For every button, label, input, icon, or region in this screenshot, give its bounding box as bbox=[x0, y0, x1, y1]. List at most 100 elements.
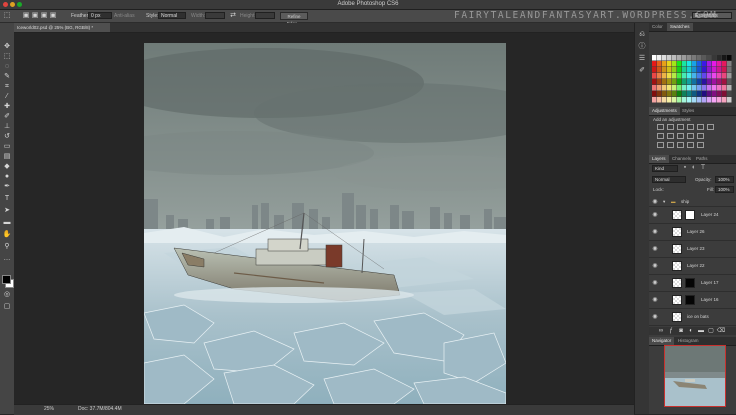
clone-stamp-tool-icon[interactable]: ⊥ bbox=[3, 123, 11, 131]
color-swatch[interactable] bbox=[677, 67, 682, 73]
color-swatch[interactable] bbox=[712, 67, 717, 73]
color-swatch[interactable] bbox=[727, 73, 732, 79]
layer-style-icon[interactable]: ƒ bbox=[667, 327, 675, 335]
color-swatch[interactable] bbox=[667, 85, 672, 91]
color-swatch[interactable] bbox=[697, 73, 702, 79]
hue-saturation-icon[interactable] bbox=[707, 124, 714, 130]
height-input[interactable] bbox=[255, 12, 275, 19]
visibility-eye-icon[interactable]: ◉ bbox=[652, 263, 658, 269]
color-swatch[interactable] bbox=[652, 55, 657, 61]
color-swatch[interactable] bbox=[717, 67, 722, 73]
refine-edge-button[interactable]: Refine Edge... bbox=[280, 12, 308, 26]
layer-thumbnail[interactable] bbox=[672, 261, 682, 271]
layer-thumbnail[interactable] bbox=[672, 210, 682, 220]
color-swatch[interactable] bbox=[672, 61, 677, 67]
color-swatch[interactable] bbox=[707, 61, 712, 67]
new-adjustment-icon[interactable]: ◐ bbox=[687, 327, 695, 335]
color-swatch[interactable] bbox=[657, 91, 662, 97]
color-swatch[interactable] bbox=[672, 85, 677, 91]
style-select[interactable]: Normal bbox=[158, 12, 186, 19]
color-swatch[interactable] bbox=[702, 61, 707, 67]
selective-color-icon[interactable] bbox=[697, 142, 704, 148]
brush-tool-icon[interactable]: ✐ bbox=[3, 113, 11, 121]
color-swatch[interactable] bbox=[712, 91, 717, 97]
color-swatch[interactable] bbox=[667, 55, 672, 61]
color-swatch[interactable] bbox=[722, 85, 727, 91]
blend-mode-select[interactable]: Normal bbox=[652, 176, 686, 183]
color-swatch[interactable] bbox=[717, 73, 722, 79]
layer-thumbnail[interactable] bbox=[672, 295, 682, 305]
color-swatch[interactable] bbox=[692, 73, 697, 79]
color-swatch[interactable] bbox=[672, 79, 677, 85]
new-layer-icon[interactable]: ▢ bbox=[707, 327, 715, 335]
color-swatch[interactable] bbox=[652, 67, 657, 73]
color-swatch[interactable] bbox=[677, 61, 682, 67]
color-swatch[interactable] bbox=[692, 97, 697, 103]
layer-row[interactable]: ◉ ice on bats bbox=[649, 309, 736, 326]
new-group-icon[interactable]: ▬ bbox=[697, 327, 705, 335]
visibility-eye-icon[interactable]: ◉ bbox=[652, 199, 658, 205]
color-swatch[interactable] bbox=[662, 91, 667, 97]
color-swatch[interactable] bbox=[677, 91, 682, 97]
color-swatch[interactable] bbox=[657, 79, 662, 85]
color-swatch[interactable] bbox=[722, 79, 727, 85]
color-swatch[interactable] bbox=[707, 67, 712, 73]
color-swatch[interactable] bbox=[692, 61, 697, 67]
pen-tool-icon[interactable]: ✒ bbox=[3, 183, 11, 191]
color-swatch[interactable] bbox=[712, 97, 717, 103]
color-swatch[interactable] bbox=[697, 61, 702, 67]
color-swatch[interactable] bbox=[662, 97, 667, 103]
color-swatch[interactable] bbox=[722, 67, 727, 73]
color-swatch[interactable] bbox=[667, 79, 672, 85]
layer-row[interactable]: ◉ Layer 17 bbox=[649, 275, 736, 292]
tab-swatches[interactable]: Swatches bbox=[667, 23, 693, 31]
shape-tool-icon[interactable]: ▬ bbox=[3, 219, 11, 227]
color-swatch[interactable] bbox=[702, 97, 707, 103]
posterize-icon[interactable] bbox=[667, 142, 674, 148]
color-swatch[interactable] bbox=[707, 91, 712, 97]
document-tab[interactable]: Iceworld02.psd @ 25% (BG, RGB/8) * bbox=[14, 23, 110, 32]
color-swatch[interactable] bbox=[702, 85, 707, 91]
color-swatch[interactable] bbox=[657, 73, 662, 79]
color-swatch[interactable] bbox=[697, 85, 702, 91]
color-swatch[interactable] bbox=[682, 79, 687, 85]
color-swatch[interactable] bbox=[662, 73, 667, 79]
color-swatch[interactable] bbox=[652, 61, 657, 67]
antialias-checkbox[interactable]: Anti-alias bbox=[114, 12, 135, 20]
feather-input[interactable]: 0 px bbox=[88, 12, 112, 19]
foreground-color-swatch[interactable] bbox=[2, 275, 11, 284]
color-swatch[interactable] bbox=[687, 55, 692, 61]
color-swatch[interactable] bbox=[692, 55, 697, 61]
color-swatch[interactable] bbox=[717, 91, 722, 97]
delete-layer-icon[interactable]: ⌫ bbox=[717, 327, 725, 335]
tab-paths[interactable]: Paths bbox=[693, 155, 711, 163]
layer-thumbnail[interactable] bbox=[672, 278, 682, 288]
color-swatch[interactable] bbox=[722, 55, 727, 61]
eyedropper-tool-icon[interactable]: ⁄ bbox=[3, 93, 11, 101]
color-swatch[interactable] bbox=[667, 91, 672, 97]
color-swatch[interactable] bbox=[667, 73, 672, 79]
color-swatch[interactable] bbox=[717, 79, 722, 85]
color-swatch[interactable] bbox=[717, 85, 722, 91]
color-swatch[interactable] bbox=[657, 97, 662, 103]
layer-row[interactable]: ◉ Layer 24 bbox=[649, 207, 736, 224]
color-swatch[interactable] bbox=[662, 67, 667, 73]
type-tool-icon[interactable]: T bbox=[3, 195, 11, 203]
color-swatch[interactable] bbox=[692, 79, 697, 85]
color-swatch[interactable] bbox=[677, 97, 682, 103]
new-selection-icon[interactable]: ▣ bbox=[22, 12, 30, 20]
color-swatch[interactable] bbox=[687, 79, 692, 85]
color-swatch[interactable] bbox=[682, 97, 687, 103]
layer-row[interactable]: ◉ Layer 22 bbox=[649, 258, 736, 275]
history-panel-icon[interactable]: ⎌ bbox=[638, 31, 646, 39]
filter-type-icon[interactable]: T bbox=[699, 164, 707, 172]
vibrance-icon[interactable] bbox=[697, 124, 704, 130]
color-swatch[interactable] bbox=[657, 61, 662, 67]
color-swatch[interactable] bbox=[682, 73, 687, 79]
eraser-tool-icon[interactable]: ▭ bbox=[3, 143, 11, 151]
exposure-icon[interactable] bbox=[687, 124, 694, 130]
color-swatch[interactable] bbox=[657, 85, 662, 91]
tab-channels[interactable]: Channels bbox=[669, 155, 694, 163]
color-swatch[interactable] bbox=[687, 61, 692, 67]
zoom-tool-icon[interactable]: ⚲ bbox=[3, 243, 11, 251]
